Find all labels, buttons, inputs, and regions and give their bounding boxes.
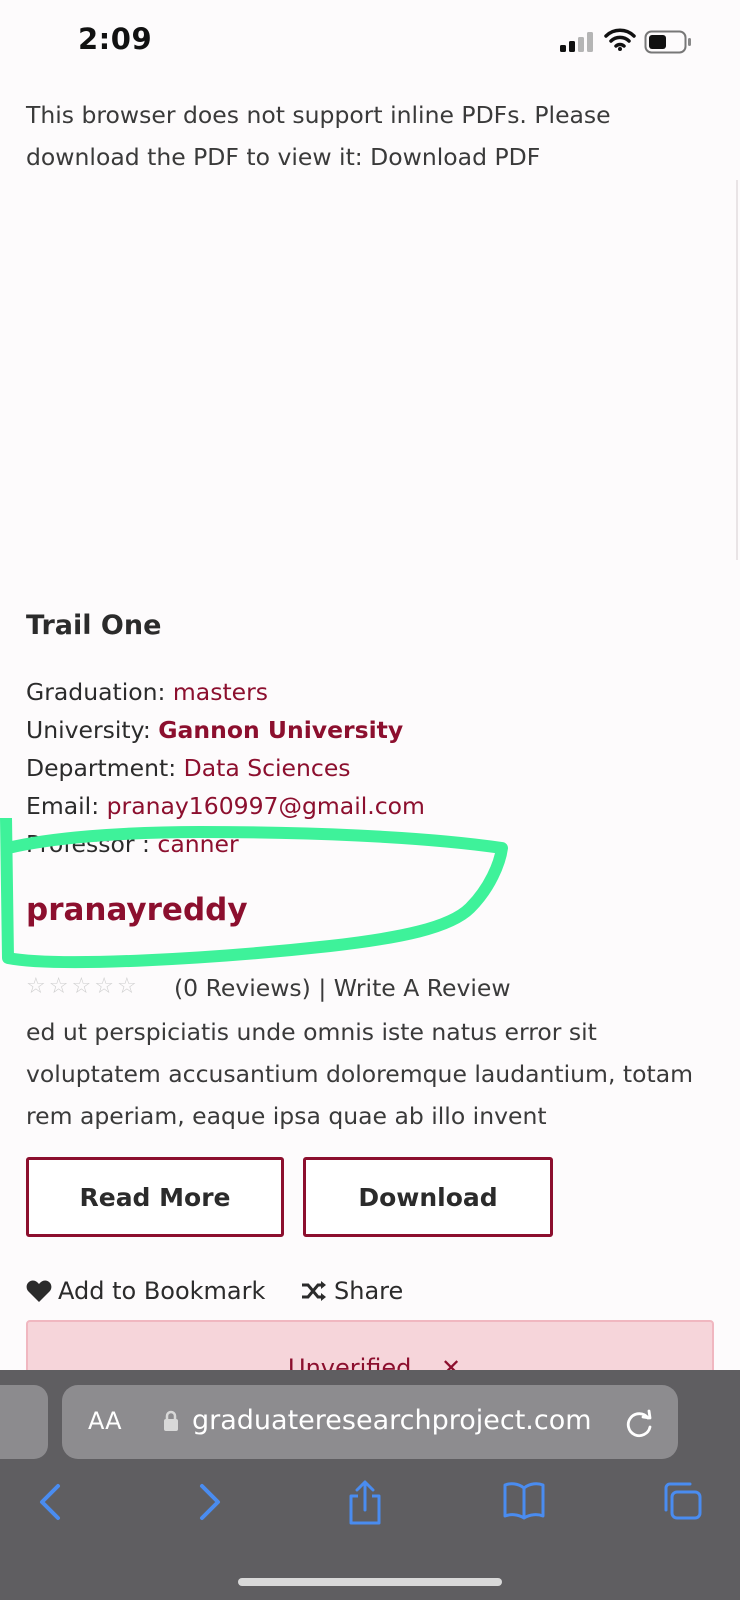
share-sheet-icon[interactable] xyxy=(346,1480,384,1526)
department-row: Department: Data Sciences xyxy=(26,754,351,782)
email-label: Email: xyxy=(26,792,100,820)
star-icon[interactable]: ☆ xyxy=(71,974,94,999)
university-label: University: xyxy=(26,716,151,744)
graduation-label: Graduation: xyxy=(26,678,166,706)
star-icon[interactable]: ☆ xyxy=(94,974,117,999)
lock-icon xyxy=(164,1410,178,1431)
wifi-icon xyxy=(604,28,636,51)
battery-icon xyxy=(644,30,691,54)
author-username[interactable]: pranayreddy xyxy=(26,892,248,928)
share-label: Share xyxy=(334,1277,404,1305)
project-description: ed ut perspiciatis unde omnis iste natus… xyxy=(26,1018,693,1130)
back-arrow-icon[interactable] xyxy=(36,1480,64,1524)
add-to-bookmark-button[interactable]: Add to Bookmark xyxy=(26,1277,265,1305)
reviews-link[interactable]: (0 Reviews) | Write A Review xyxy=(174,974,511,1002)
department-label: Department: xyxy=(26,754,177,782)
professor-label: Professor : xyxy=(26,830,150,858)
heart-icon xyxy=(26,1280,52,1302)
bookmarks-book-icon[interactable] xyxy=(502,1480,546,1520)
home-indicator[interactable] xyxy=(238,1578,502,1586)
rating-stars[interactable]: ☆☆☆☆☆ xyxy=(26,974,140,999)
graduation-row: Graduation: masters xyxy=(26,678,268,706)
professor-row: Professor : canner xyxy=(26,830,239,858)
url-text[interactable]: graduateresearchproject.com xyxy=(192,1405,592,1436)
forward-arrow-icon[interactable] xyxy=(196,1480,224,1524)
pdf-frame-edge xyxy=(736,180,738,560)
project-title: Trail One xyxy=(26,610,162,641)
pdf-unsupported-notice: This browser does not support inline PDF… xyxy=(26,101,611,171)
university-row: University: Gannon University xyxy=(26,716,403,744)
reload-icon[interactable] xyxy=(626,1408,654,1438)
bookmark-label: Add to Bookmark xyxy=(58,1277,266,1305)
star-icon[interactable]: ☆ xyxy=(117,974,140,999)
share-link[interactable]: Share xyxy=(300,1277,403,1305)
shuffle-icon xyxy=(302,1281,326,1301)
graduation-value[interactable]: masters xyxy=(173,678,268,706)
professor-value[interactable]: canner xyxy=(157,830,238,858)
previous-tab-preview[interactable] xyxy=(0,1385,48,1459)
text-size-button[interactable]: AA xyxy=(88,1407,122,1435)
email-link[interactable]: pranay160997@gmail.com xyxy=(107,792,425,820)
tabs-overview-icon[interactable] xyxy=(660,1480,704,1522)
star-icon[interactable]: ☆ xyxy=(49,974,72,999)
star-icon[interactable]: ☆ xyxy=(26,974,49,999)
email-row: Email: pranay160997@gmail.com xyxy=(26,792,425,820)
status-time: 2:09 xyxy=(78,22,153,56)
download-button[interactable]: Download xyxy=(303,1157,553,1237)
university-value[interactable]: Gannon University xyxy=(158,716,403,744)
department-value[interactable]: Data Sciences xyxy=(184,754,351,782)
read-more-button[interactable]: Read More xyxy=(26,1157,284,1237)
cellular-signal-icon xyxy=(560,32,593,52)
